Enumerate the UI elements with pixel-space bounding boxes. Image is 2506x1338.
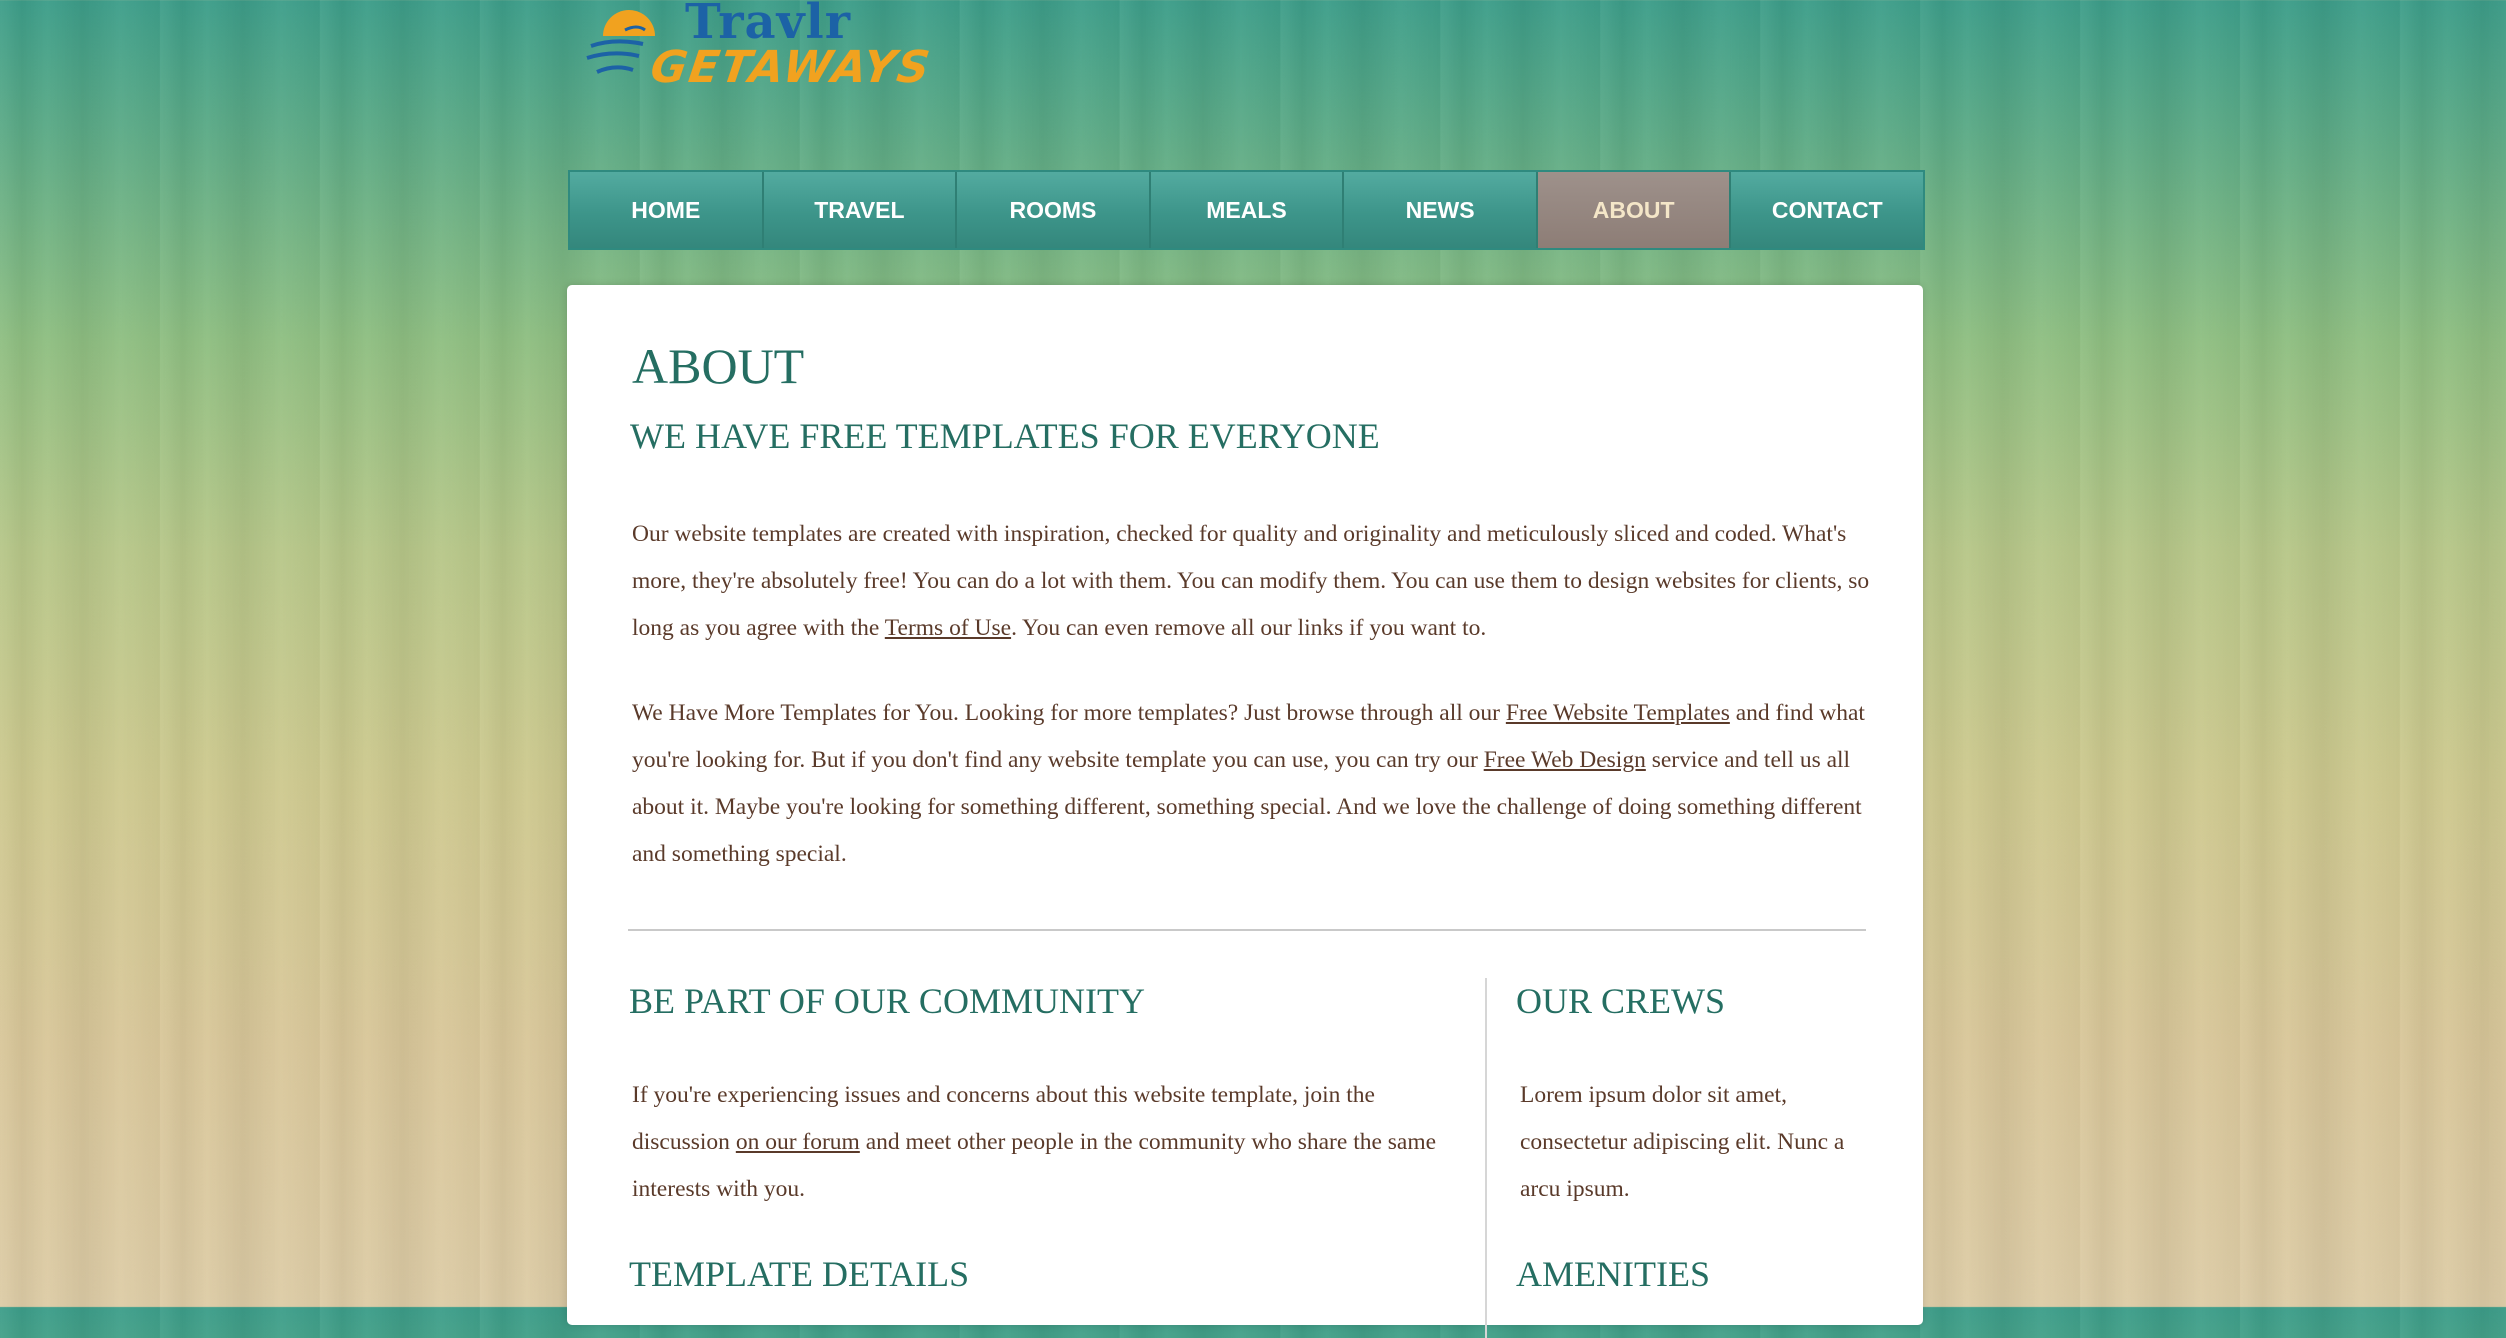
template-details-heading: TEMPLATE DETAILS xyxy=(629,1254,970,1294)
terms-of-use-link[interactable]: Terms of Use xyxy=(885,615,1011,641)
main-nav: HOME TRAVEL ROOMS MEALS NEWS ABOUT CONTA… xyxy=(568,170,1925,250)
nav-home[interactable]: HOME xyxy=(570,172,764,248)
free-web-design-link[interactable]: Free Web Design xyxy=(1484,747,1646,773)
community-paragraph: If you're experiencing issues and concer… xyxy=(632,1072,1452,1213)
paragraph-text: . You can even remove all our links if y… xyxy=(1011,615,1487,641)
nav-contact[interactable]: CONTACT xyxy=(1731,172,1924,248)
about-subtitle: WE HAVE FREE TEMPLATES FOR EVERYONE xyxy=(630,416,1380,456)
about-paragraph-1: Our website templates are created with i… xyxy=(632,511,1872,652)
community-heading: BE PART OF OUR COMMUNITY xyxy=(629,981,1145,1021)
crews-paragraph: Lorem ipsum dolor sit amet, consectetur … xyxy=(1520,1082,1845,1202)
free-website-templates-link[interactable]: Free Website Templates xyxy=(1506,700,1730,726)
nav-rooms[interactable]: ROOMS xyxy=(957,172,1151,248)
forum-link[interactable]: on our forum xyxy=(736,1129,860,1155)
logo-wordmark-getaways: GETAWAYS xyxy=(647,42,935,93)
paragraph-text: We Have More Templates for You. Looking … xyxy=(632,700,1506,726)
crews-heading: OUR CREWS xyxy=(1516,981,1726,1021)
nav-news[interactable]: NEWS xyxy=(1344,172,1538,248)
nav-travel[interactable]: TRAVEL xyxy=(763,172,958,248)
column-divider xyxy=(1485,978,1487,1338)
amenities-heading: AMENITIES xyxy=(1516,1254,1710,1294)
content-panel: ABOUT WE HAVE FREE TEMPLATES FOR EVERYON… xyxy=(567,285,1923,1338)
page-title: ABOUT xyxy=(632,338,805,394)
nav-about[interactable]: ABOUT xyxy=(1537,172,1732,248)
site-logo[interactable]: Travlr GETAWAYS xyxy=(585,0,935,100)
section-divider xyxy=(628,929,1866,931)
about-paragraph-2: We Have More Templates for You. Looking … xyxy=(632,690,1872,878)
nav-meals[interactable]: MEALS xyxy=(1150,172,1345,248)
